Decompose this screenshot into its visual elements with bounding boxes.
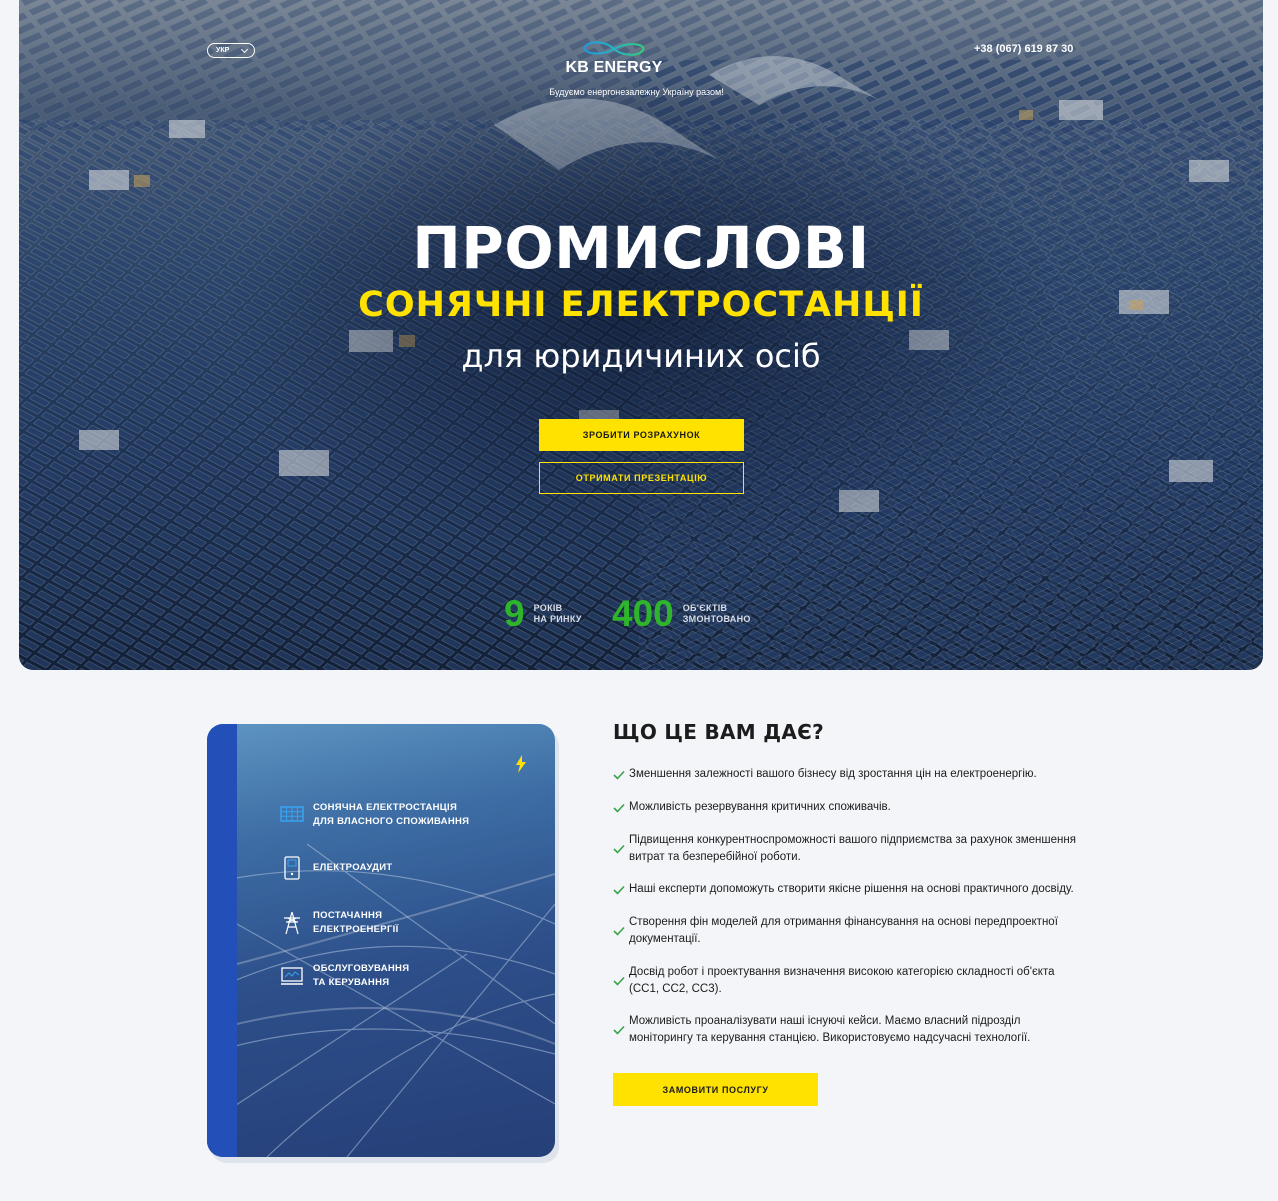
monitor-icon xyxy=(281,967,303,985)
stat-objects-value: 400 xyxy=(612,593,674,634)
solar-panel-icon xyxy=(280,806,304,822)
phone-link[interactable]: +38 (067) 619 87 30 xyxy=(974,43,1073,55)
benefit-text: Наші експерти допоможуть створити якісне… xyxy=(629,883,1074,895)
service-solar-station-line2: ДЛЯ ВЛАСНОГО СПОЖИВАННЯ xyxy=(313,816,470,827)
card-accent-stripe xyxy=(207,724,237,1157)
check-icon xyxy=(613,770,625,780)
stat-objects: 400 ОБ'ЄКТІВ ЗМОНТОВАНО xyxy=(612,593,753,634)
meter-icon xyxy=(284,856,300,880)
benefit-text: Створення фін моделей для отримання фіна… xyxy=(629,916,1058,945)
service-energy-supply-label: ПОСТАЧАННЯ ЕЛЕКТРОЕНЕРГІЇ xyxy=(313,909,483,937)
get-presentation-button[interactable]: ОТРИМАТИ ПРЕЗЕНТАЦІЮ xyxy=(539,462,744,494)
stat-objects-label-line2: ЗМОНТОВАНО xyxy=(682,614,751,624)
benefit-text: Можливість проаналізувати наші існуючі к… xyxy=(629,1015,1031,1044)
tagline: Будуємо енергонезалежну Україну разом! xyxy=(549,87,724,97)
stat-years-label-line2: НА РИНКУ xyxy=(533,614,582,624)
list-item: Досвід робот і проектування визначення в… xyxy=(613,964,1079,998)
benefits-title: ЩО ЦЕ ВАМ ДАЄ? xyxy=(613,720,825,744)
stat-years-value: 9 xyxy=(504,593,525,634)
hero-section: УКР KB ENERGY Будуємо енергонезалежну Ук… xyxy=(19,0,1263,670)
benefit-text: Підвищення конкурентноспроможності вашог… xyxy=(629,834,1076,863)
language-label: УКР xyxy=(216,47,230,54)
power-tower-icon xyxy=(284,911,300,935)
chevron-down-icon xyxy=(240,45,249,54)
stat-years-label: РОКІВ НА РИНКУ xyxy=(534,603,604,625)
check-icon xyxy=(613,1025,625,1035)
check-icon xyxy=(613,844,625,854)
solar-panel-texture xyxy=(207,843,555,1157)
hero-subtitle-secondary: для юридичиних осіб xyxy=(461,337,821,375)
list-item: Підвищення конкурентноспроможності вашог… xyxy=(613,832,1079,866)
service-energy-audit[interactable]: ЕЛЕКТРОАУДИТ xyxy=(280,856,483,880)
check-icon xyxy=(613,926,625,936)
infinity-logo-icon xyxy=(583,41,645,56)
check-icon xyxy=(613,885,625,895)
hero-title: ПРОМИСЛОВІ xyxy=(412,214,870,282)
check-icon xyxy=(613,803,625,813)
list-item: Створення фін моделей для отримання фіна… xyxy=(613,914,1079,948)
service-solar-station-label: СОНЯЧНА ЕЛЕКТРОСТАНЦІЯ ДЛЯ ВЛАСНОГО СПОЖ… xyxy=(313,801,483,829)
service-maintenance-line2: ТА КЕРУВАННЯ xyxy=(313,977,390,988)
stat-objects-label: ОБ'ЄКТІВ ЗМОНТОВАНО xyxy=(683,603,753,625)
service-energy-supply[interactable]: ПОСТАЧАННЯ ЕЛЕКТРОЕНЕРГІЇ xyxy=(280,909,483,937)
service-maintenance[interactable]: ОБСЛУГОВУВАННЯ ТА КЕРУВАННЯ xyxy=(280,962,483,990)
benefit-text: Зменшення залежності вашого бізнесу від … xyxy=(629,768,1037,780)
list-item: Можливість проаналізувати наші існуючі к… xyxy=(613,1013,1079,1047)
check-icon xyxy=(613,976,625,986)
service-energy-supply-line2: ЕЛЕКТРОЕНЕРГІЇ xyxy=(313,924,399,935)
order-service-button[interactable]: ЗАМОВИТИ ПОСЛУГУ xyxy=(613,1073,818,1106)
list-item: Наші експерти допоможуть створити якісне… xyxy=(613,881,1079,898)
service-solar-station[interactable]: СОНЯЧНА ЕЛЕКТРОСТАНЦІЯ ДЛЯ ВЛАСНОГО СПОЖ… xyxy=(280,801,483,829)
list-item: Зменшення залежності вашого бізнесу від … xyxy=(613,766,1079,783)
service-energy-supply-line1: ПОСТАЧАННЯ xyxy=(313,910,383,921)
hero-overlay xyxy=(19,0,1263,670)
services-card: СОНЯЧНА ЕЛЕКТРОСТАНЦІЯ ДЛЯ ВЛАСНОГО СПОЖ… xyxy=(207,724,555,1157)
service-maintenance-label: ОБСЛУГОВУВАННЯ ТА КЕРУВАННЯ xyxy=(313,962,483,990)
benefit-text: Досвід робот і проектування визначення в… xyxy=(629,966,1055,995)
list-item: Можливість резервування критичних спожив… xyxy=(613,799,1079,816)
service-energy-audit-label: ЕЛЕКТРОАУДИТ xyxy=(313,862,393,873)
service-solar-station-line1: СОНЯЧНА ЕЛЕКТРОСТАНЦІЯ xyxy=(313,802,458,813)
stat-years-label-line1: РОКІВ xyxy=(533,603,563,613)
language-select[interactable]: УКР xyxy=(207,43,255,58)
stat-years: 9 РОКІВ НА РИНКУ xyxy=(504,593,604,634)
stat-objects-label-line1: ОБ'ЄКТІВ xyxy=(682,603,728,613)
hero-subtitle: СОНЯЧНІ ЕЛЕКТРОСТАНЦІЇ xyxy=(358,285,924,325)
brand-name: KB ENERGY xyxy=(565,59,663,76)
calculate-button[interactable]: ЗРОБИТИ РОЗРАХУНОК xyxy=(539,419,744,451)
lightning-icon xyxy=(516,755,526,773)
service-maintenance-line1: ОБСЛУГОВУВАННЯ xyxy=(313,963,410,974)
brand-logo[interactable]: KB ENERGY xyxy=(564,40,664,77)
benefit-text: Можливість резервування критичних спожив… xyxy=(629,801,891,813)
